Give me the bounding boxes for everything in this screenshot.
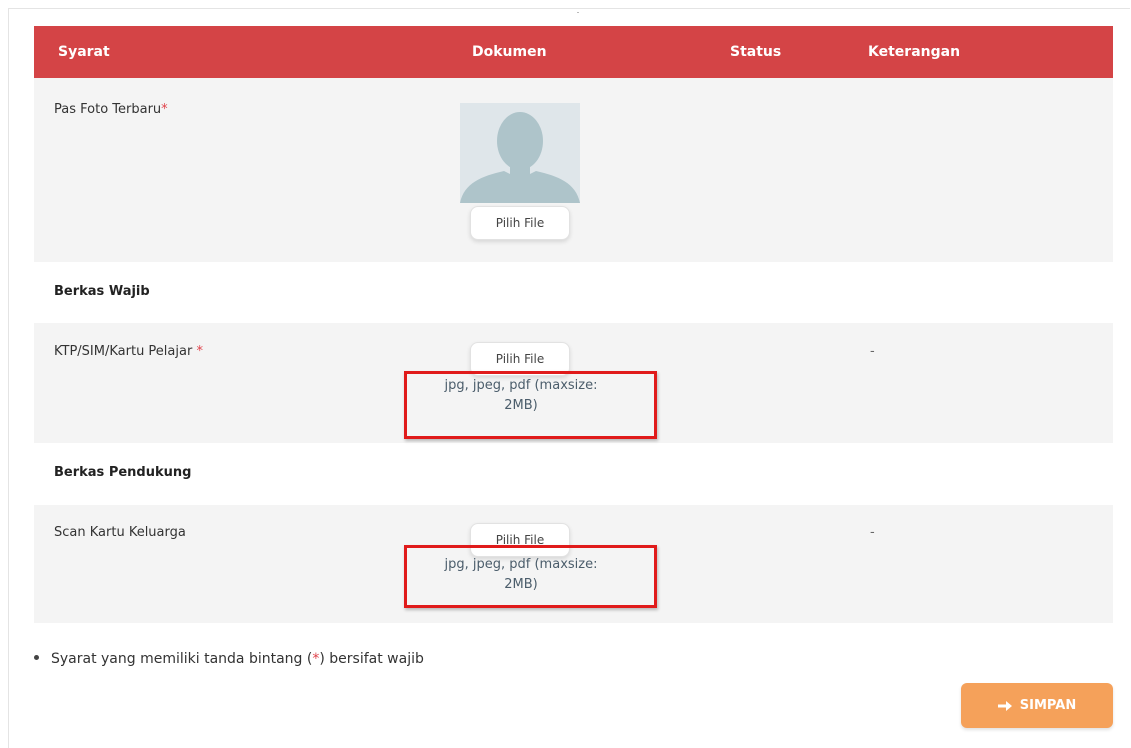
save-button-label: SIMPAN [1019, 698, 1077, 713]
header-dokumen: Dokumen [472, 44, 547, 60]
divider [577, 12, 579, 13]
section-title-pendukung: Berkas Pendukung [54, 465, 192, 480]
bullet-icon [34, 654, 39, 660]
table-row-photo: Pas Foto Terbaru* Pilih File [34, 78, 1113, 262]
header-keterangan: Keterangan [868, 44, 961, 60]
photo-label: Pas Foto Terbaru* [54, 102, 168, 117]
avatar-silhouette-icon [460, 103, 580, 203]
section-pendukung: Berkas Pendukung [34, 443, 1113, 505]
section-title-wajib: Berkas Wajib [54, 284, 150, 299]
section-wajib: Berkas Wajib [34, 262, 1113, 323]
highlight-box-kk-hint [404, 545, 657, 608]
ktp-label: KTP/SIM/Kartu Pelajar * [54, 344, 203, 359]
avatar-placeholder[interactable] [460, 103, 580, 203]
header-syarat: Syarat [58, 44, 110, 60]
kk-label: Scan Kartu Keluarga [54, 525, 186, 540]
table-header: Syarat Dokumen Status Keterangan [34, 26, 1113, 78]
highlight-box-ktp-hint [404, 371, 657, 439]
required-asterisk: * [161, 102, 168, 117]
required-asterisk: * [196, 344, 203, 359]
save-button[interactable]: SIMPAN [961, 683, 1113, 728]
photo-choose-file-button[interactable]: Pilih File [470, 206, 570, 240]
ktp-keterangan: - [870, 344, 875, 359]
arrow-right-icon [997, 700, 1012, 711]
requirements-table: Syarat Dokumen Status Keterangan Pas Fot… [34, 26, 1113, 623]
header-status: Status [730, 44, 782, 60]
kk-keterangan: - [870, 525, 875, 540]
required-note: Syarat yang memiliki tanda bintang (*) b… [34, 651, 424, 667]
